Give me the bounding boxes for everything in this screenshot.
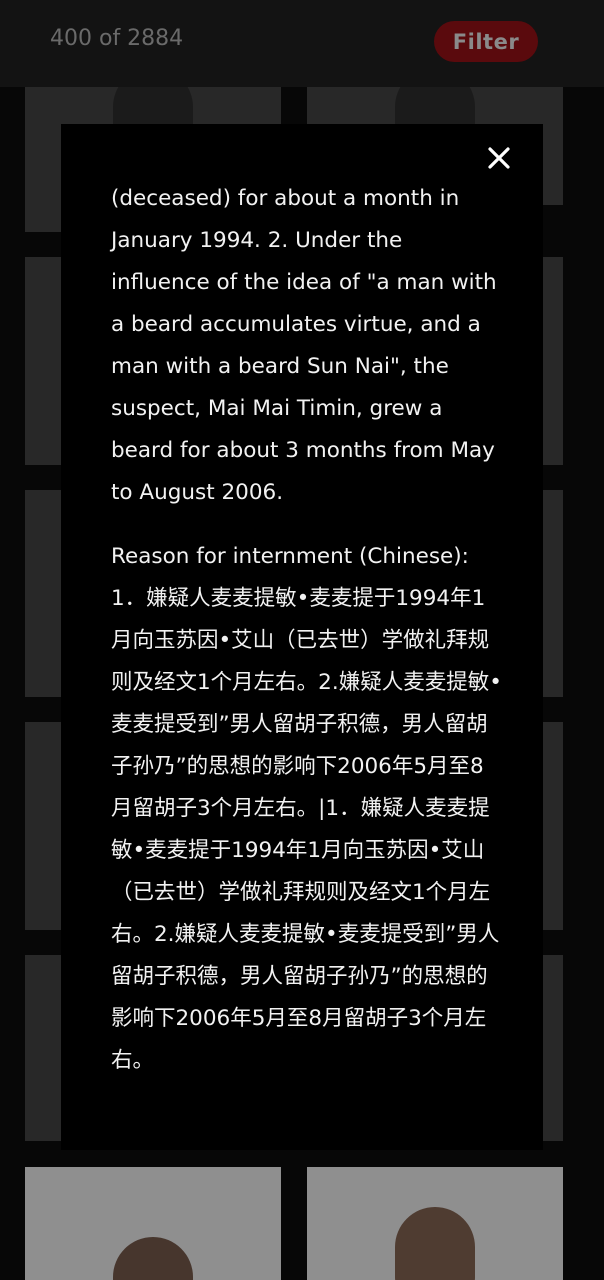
- internment-reason-chinese-section: Reason for internment (Chinese): 1．嫌疑人麦麦…: [111, 536, 503, 1082]
- close-button[interactable]: [479, 138, 519, 178]
- modal-text-content: (deceased) for about a month in January …: [111, 178, 503, 1104]
- internment-reason-chinese: 1．嫌疑人麦麦提敏•麦麦提于1994年1月向玉苏因•艾山（已去世）学做礼拜规则及…: [111, 586, 502, 1073]
- result-count: 400 of 2884: [50, 26, 184, 51]
- internment-reason-label: Reason for internment (Chinese):: [111, 544, 469, 569]
- internment-reason-english: (deceased) for about a month in January …: [111, 186, 497, 505]
- filter-button[interactable]: Filter: [434, 21, 538, 62]
- close-icon: [488, 147, 510, 169]
- top-bar: 400 of 2884 Filter: [0, 0, 604, 87]
- detail-modal: (deceased) for about a month in January …: [61, 124, 543, 1150]
